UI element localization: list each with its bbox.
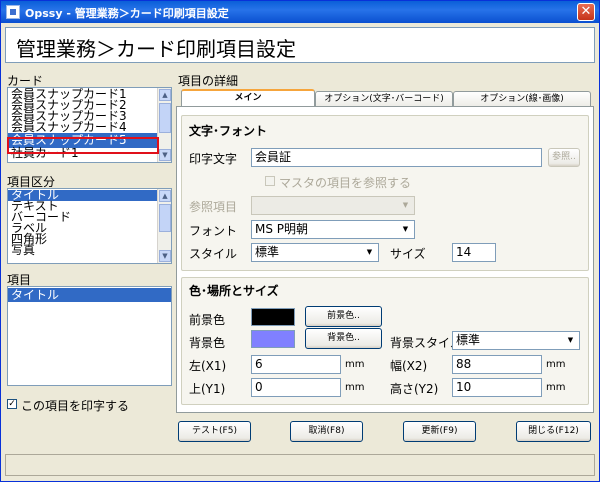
left-x1-label: 左(X1) — [189, 359, 227, 373]
category-scrollbar[interactable]: ▲ ▼ — [157, 189, 171, 263]
page-header: 管理業務＞カード印刷項目設定 — [5, 27, 595, 63]
print-text-label: 印字文字 — [189, 152, 238, 166]
scroll-up-icon[interactable]: ▲ — [159, 190, 171, 202]
close-button[interactable]: 閉じる(F12) — [516, 421, 591, 442]
master-ref-label: マスタの項目を参照する — [279, 176, 412, 190]
app-window: Opssy - 管理業務＞カード印刷項目設定 ✕ 管理業務＞カード印刷項目設定 … — [0, 0, 600, 482]
text-font-group: 文字･フォント 印字文字 会員証 参照.. マスタの項目を参照する 参照項目 ▼… — [181, 115, 589, 271]
top-y1-label: 上(Y1) — [189, 382, 226, 396]
style-label: スタイル — [189, 247, 238, 261]
master-ref-checkbox[interactable] — [265, 176, 275, 186]
size-input[interactable]: 14 — [452, 243, 496, 262]
chevron-down-icon[interactable]: ▼ — [563, 333, 578, 348]
details-label: 項目の詳細 — [178, 74, 239, 88]
print-text-input[interactable]: 会員証 — [251, 148, 542, 167]
font-value: MS P明朝 — [255, 222, 309, 236]
tab-option-text-barcode[interactable]: オプション(文字･バーコード) — [315, 91, 453, 107]
chevron-down-icon[interactable]: ▼ — [362, 245, 377, 260]
selection-highlight-box — [7, 137, 159, 154]
fg-color-swatch — [251, 308, 295, 326]
update-button[interactable]: 更新(F9) — [403, 421, 476, 442]
font-label: フォント — [189, 224, 238, 238]
scroll-thumb[interactable] — [159, 204, 171, 232]
test-button[interactable]: テスト(F5) — [178, 421, 251, 442]
width-x2-label: 幅(X2) — [390, 359, 428, 373]
print-item-checkbox[interactable]: ✓ — [7, 399, 17, 409]
page-title: 管理業務＞カード印刷項目設定 — [16, 37, 296, 61]
height-y2-input[interactable]: 10 — [452, 378, 542, 397]
app-icon — [6, 5, 20, 19]
size-label: サイズ — [390, 247, 426, 261]
bg-color-swatch — [251, 330, 295, 348]
cancel-button[interactable]: 取消(F8) — [290, 421, 363, 442]
reference-button[interactable]: 参照.. — [548, 148, 580, 167]
scroll-thumb[interactable] — [159, 103, 171, 133]
unit-label: mm — [546, 359, 566, 370]
status-bar — [5, 454, 595, 476]
ref-item-label: 参照項目 — [189, 200, 238, 214]
scroll-down-icon[interactable]: ▼ — [159, 250, 171, 262]
close-window-button[interactable]: ✕ — [577, 3, 595, 21]
bg-style-select[interactable]: 標準 ▼ — [452, 331, 580, 350]
bg-style-value: 標準 — [456, 333, 481, 347]
window-title: Opssy - 管理業務＞カード印刷項目設定 — [25, 7, 229, 20]
chevron-down-icon[interactable]: ▼ — [398, 198, 413, 213]
text-font-title: 文字･フォント — [189, 124, 268, 138]
font-select[interactable]: MS P明朝 ▼ — [251, 220, 415, 239]
ref-item-select[interactable]: ▼ — [251, 196, 415, 215]
unit-label: mm — [345, 382, 365, 393]
bg-color-button[interactable]: 背景色.. — [305, 328, 382, 349]
top-y1-input[interactable]: 0 — [251, 378, 341, 397]
color-position-title: 色･場所とサイズ — [189, 284, 279, 298]
fg-color-button[interactable]: 前景色.. — [305, 306, 382, 327]
style-select[interactable]: 標準 ▼ — [251, 243, 379, 262]
tab-main[interactable]: メイン — [181, 89, 315, 107]
list-item-selected[interactable]: タイトル — [8, 288, 171, 302]
style-value: 標準 — [255, 245, 280, 259]
title-bar[interactable]: Opssy - 管理業務＞カード印刷項目設定 ✕ — [1, 1, 599, 23]
print-item-label: この項目を印字する — [21, 399, 130, 413]
list-item[interactable]: 会員スナップカード4 — [8, 121, 171, 133]
item-listbox[interactable]: タイトル — [7, 286, 172, 386]
bg-color-label: 背景色 — [189, 336, 226, 350]
width-x2-input[interactable]: 88 — [452, 355, 542, 374]
details-panel: 文字･フォント 印字文字 会員証 参照.. マスタの項目を参照する 参照項目 ▼… — [176, 106, 594, 413]
scroll-down-icon[interactable]: ▼ — [159, 149, 171, 161]
list-item[interactable]: 写真 — [8, 244, 171, 256]
height-y2-label: 高さ(Y2) — [390, 382, 439, 396]
category-listbox[interactable]: タイトル テキスト バーコード ラベル 四角形 写真 ▲ ▼ — [7, 188, 172, 264]
tab-option-line-image[interactable]: オプション(線･画像) — [453, 91, 591, 107]
left-x1-input[interactable]: 6 — [251, 355, 341, 374]
fg-color-label: 前景色 — [189, 313, 226, 327]
unit-label: mm — [345, 359, 365, 370]
unit-label: mm — [546, 382, 566, 393]
chevron-down-icon[interactable]: ▼ — [398, 222, 413, 237]
color-position-group: 色･場所とサイズ 前景色 前景色.. 背景色 背景色.. 背景スタイル 標準 ▼… — [181, 277, 589, 405]
card-scrollbar[interactable]: ▲ ▼ — [157, 88, 171, 162]
scroll-up-icon[interactable]: ▲ — [159, 89, 171, 101]
